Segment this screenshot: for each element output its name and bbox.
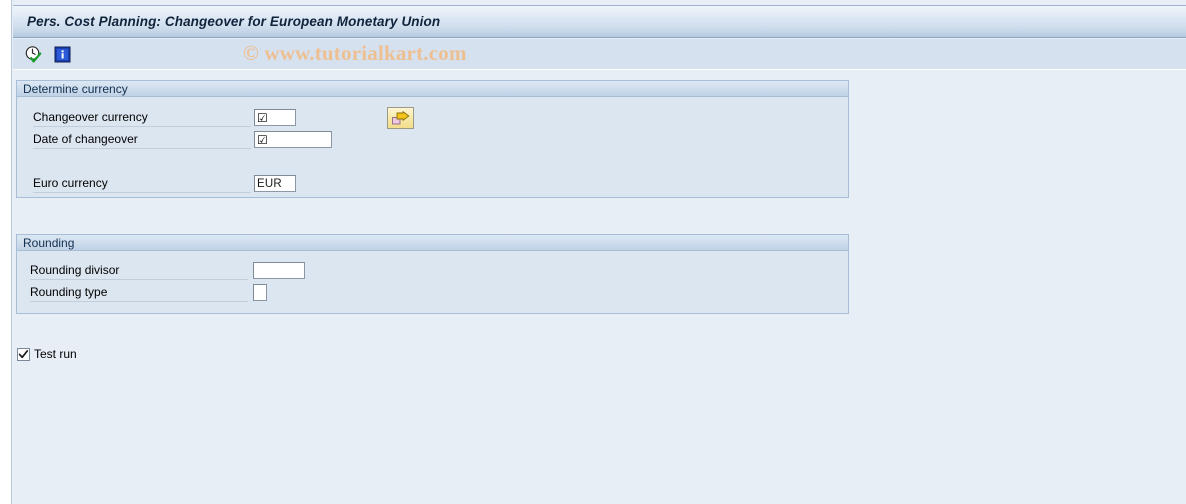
transfer-arrow-button[interactable]	[387, 107, 414, 129]
window-title-bar: Pers. Cost Planning: Changeover for Euro…	[13, 5, 1186, 38]
date-of-changeover-input[interactable]: ☑	[254, 131, 332, 148]
execute-with-check-icon[interactable]	[23, 44, 44, 65]
euro-currency-row: Euro currency	[33, 175, 251, 194]
rounding-type-row: Rounding type	[30, 284, 248, 303]
information-glyph	[54, 46, 71, 63]
changeover-currency-row: Changeover currency	[33, 109, 251, 128]
right-arrow-icon	[392, 110, 410, 124]
date-of-changeover-row: Date of changeover	[33, 131, 251, 150]
test-run-checkbox[interactable]	[17, 347, 30, 361]
checkmark-icon	[18, 349, 29, 358]
euro-currency-label: Euro currency	[33, 176, 251, 193]
determine-currency-panel: Determine currency Changeover currency ☑…	[16, 80, 849, 198]
euro-currency-input[interactable]: EUR	[254, 175, 296, 192]
rounding-divisor-input[interactable]	[253, 262, 305, 279]
rounding-type-label: Rounding type	[30, 285, 248, 302]
page-title: Pers. Cost Planning: Changeover for Euro…	[27, 14, 441, 29]
execute-clock-check-glyph	[25, 46, 42, 63]
sap-application-window: Pers. Cost Planning: Changeover for Euro…	[0, 0, 1186, 504]
euro-currency-value: EUR	[257, 177, 282, 190]
application-toolbar	[13, 39, 1186, 70]
toolbar-button-group	[23, 44, 73, 65]
rounding-panel: Rounding Rounding divisor Rounding type	[16, 234, 849, 314]
test-run-label: Test run	[34, 347, 77, 361]
rounding-type-input[interactable]	[253, 284, 267, 301]
window-left-rail	[0, 0, 12, 504]
rounding-panel-header: Rounding	[17, 235, 848, 251]
determine-currency-panel-header: Determine currency	[17, 81, 848, 97]
changeover-currency-label: Changeover currency	[33, 110, 251, 127]
date-of-changeover-label: Date of changeover	[33, 132, 251, 149]
date-of-changeover-entry-glyph: ☑	[257, 132, 268, 147]
information-icon[interactable]	[52, 44, 73, 65]
rounding-divisor-label: Rounding divisor	[30, 263, 248, 280]
test-run-checkbox-row[interactable]: Test run	[17, 347, 77, 361]
changeover-currency-input[interactable]: ☑	[254, 109, 296, 126]
changeover-currency-entry-glyph: ☑	[257, 110, 268, 125]
rounding-divisor-row: Rounding divisor	[30, 262, 248, 281]
